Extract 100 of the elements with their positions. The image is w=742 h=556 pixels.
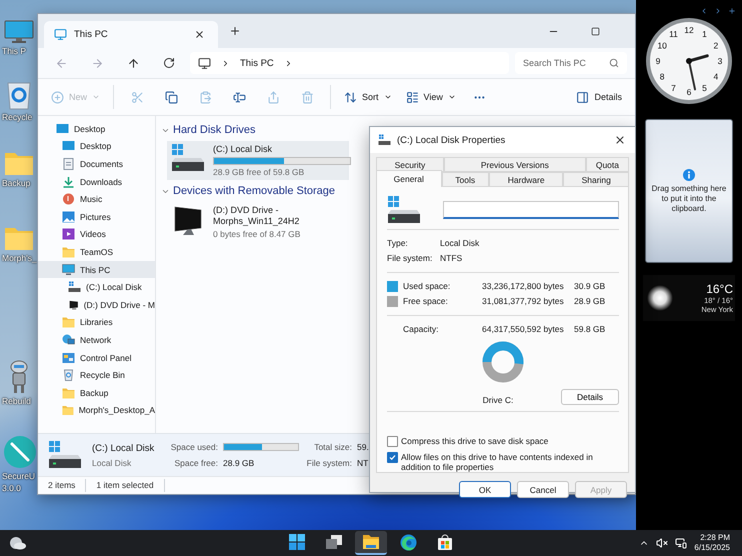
property-label: Capacity: (403, 324, 440, 334)
detail-label: Space used: (170, 442, 218, 452)
drive-name: (D:) DVD Drive - Morphs_Win11_24H2 (213, 205, 300, 227)
plus-circle-icon (51, 90, 64, 104)
dialog-button[interactable]: OK (459, 481, 511, 498)
folder-icon (4, 150, 34, 176)
dialog-tab[interactable]: Sharing (563, 172, 629, 187)
checkbox[interactable] (387, 436, 398, 448)
nav-item[interactable]: Documents (38, 155, 155, 173)
byte-count: 33,236,172,800 bytes (482, 281, 565, 292)
recycle-bin-icon (6, 80, 32, 110)
weather-icon[interactable] (9, 536, 27, 550)
search-icon (609, 58, 619, 68)
clock-date[interactable]: 6/15/2025 (694, 543, 730, 553)
nav-item[interactable]: TeamOS (38, 243, 155, 261)
nav-item[interactable]: Desktop (38, 120, 155, 138)
drive-name: (C:) Local Disk (213, 144, 274, 155)
status-text: 2 items (38, 479, 86, 492)
nav-item[interactable]: This PC (38, 260, 155, 278)
up-arrow-icon (126, 56, 140, 70)
forward-icon (90, 56, 104, 70)
desktop-icon (62, 140, 75, 152)
dialog-tab[interactable]: Quota (586, 157, 629, 172)
monitor-icon[interactable] (675, 537, 688, 549)
muted-speaker-icon[interactable] (656, 537, 668, 549)
weather-icon (647, 285, 673, 311)
checkbox-label[interactable]: Allow files on this drive to have contents indexed in addition to file properties (401, 452, 619, 472)
close-icon (194, 29, 205, 40)
nav-item[interactable]: (C:) Local Disk (38, 278, 155, 296)
store-icon (437, 534, 453, 550)
clock-numeral: 4 (713, 72, 718, 82)
folder-icon (62, 404, 74, 416)
drive-icon (171, 144, 205, 172)
group-header: Devices with Removable Storage (173, 185, 336, 197)
nav-item[interactable]: Music (38, 190, 155, 208)
clock-numeral: 7 (671, 82, 676, 93)
maximize-icon (591, 26, 600, 36)
nav-item[interactable]: Pictures (38, 208, 155, 226)
monitor-icon (4, 20, 34, 44)
detail-value: 59. (357, 442, 369, 452)
nav-item[interactable]: Control Panel (38, 348, 155, 366)
nav-item[interactable]: Desktop (38, 138, 155, 156)
nav-item[interactable]: Network (38, 331, 155, 349)
checkbox-label[interactable]: Compress this drive to save disk space (401, 436, 548, 446)
dialog-tab[interactable]: Previous Versions (444, 157, 586, 172)
details-button[interactable]: Details (561, 389, 619, 406)
nav-item[interactable]: Morph's_Desktop_A (38, 402, 155, 420)
folder-icon (62, 386, 75, 399)
folder-icon (362, 534, 380, 550)
details-button[interactable]: Details (571, 84, 627, 110)
clock-numeral: 2 (713, 40, 718, 50)
detail-label: Space free: (174, 458, 218, 468)
address-bar[interactable]: This PC (190, 52, 509, 74)
nav-item[interactable]: Libraries (38, 314, 155, 332)
previous-icon[interactable] (700, 7, 708, 15)
detail-label: Total size: (313, 442, 352, 452)
nav-item[interactable]: Downloads (38, 172, 155, 190)
nav-item[interactable]: (D:) DVD Drive - M (38, 296, 155, 314)
dialog-tab[interactable]: Hardware (488, 172, 564, 187)
detail-value: 28.9 GB (223, 458, 254, 468)
detail-title: (C:) Local Disk (92, 442, 156, 454)
share-icon (266, 90, 280, 104)
sort-button[interactable]: Sort (339, 84, 397, 110)
video-icon (62, 228, 75, 240)
dialog-button[interactable]: Cancel (517, 481, 569, 498)
recycle-bin-icon (62, 369, 75, 382)
rename-icon (232, 90, 246, 104)
monitor-icon (62, 264, 75, 276)
dialog-tab[interactable]: Tools (442, 172, 489, 187)
nav-item[interactable]: Videos (38, 226, 155, 244)
property-label: Type: (387, 238, 409, 248)
checkbox[interactable] (387, 452, 398, 464)
view-button[interactable]: View (400, 84, 461, 110)
next-icon[interactable] (714, 7, 722, 15)
caret-icon (384, 93, 392, 101)
taskbar-app[interactable] (355, 531, 387, 555)
breadcrumb[interactable]: This PC (240, 58, 274, 68)
task-view-icon (325, 534, 343, 550)
nav-item[interactable]: Recycle Bin (38, 366, 155, 384)
drive-item[interactable]: (C:) Local Disk 28.9 GB free of 59.8 GB (167, 141, 349, 180)
dialog-tab[interactable]: General (376, 170, 442, 187)
drive-icon (48, 441, 82, 469)
temperature: 16°C (706, 282, 733, 296)
network-icon (62, 334, 75, 346)
window-tab[interactable]: This PC (44, 21, 218, 48)
name-input[interactable] (443, 201, 619, 219)
drive-item[interactable]: (D:) DVD Drive - Morphs_Win11_24H2 0 bytes free of 8.47 GB (167, 202, 349, 242)
list-icon (406, 90, 419, 104)
nav-item[interactable]: Backup (38, 384, 155, 402)
copy-icon (164, 90, 178, 104)
picture-icon (62, 210, 75, 223)
folder-icon (62, 246, 75, 258)
clock-time[interactable]: 2:28 PM (700, 533, 730, 543)
drive-icon (387, 196, 421, 224)
free-space-text: 0 bytes free of 8.47 GB (213, 229, 302, 239)
search-field[interactable]: Search This PC (515, 52, 627, 74)
folder-icon (62, 316, 75, 328)
property-label: File system: (387, 253, 434, 264)
add-icon[interactable] (728, 7, 736, 15)
paste-icon (198, 90, 212, 104)
